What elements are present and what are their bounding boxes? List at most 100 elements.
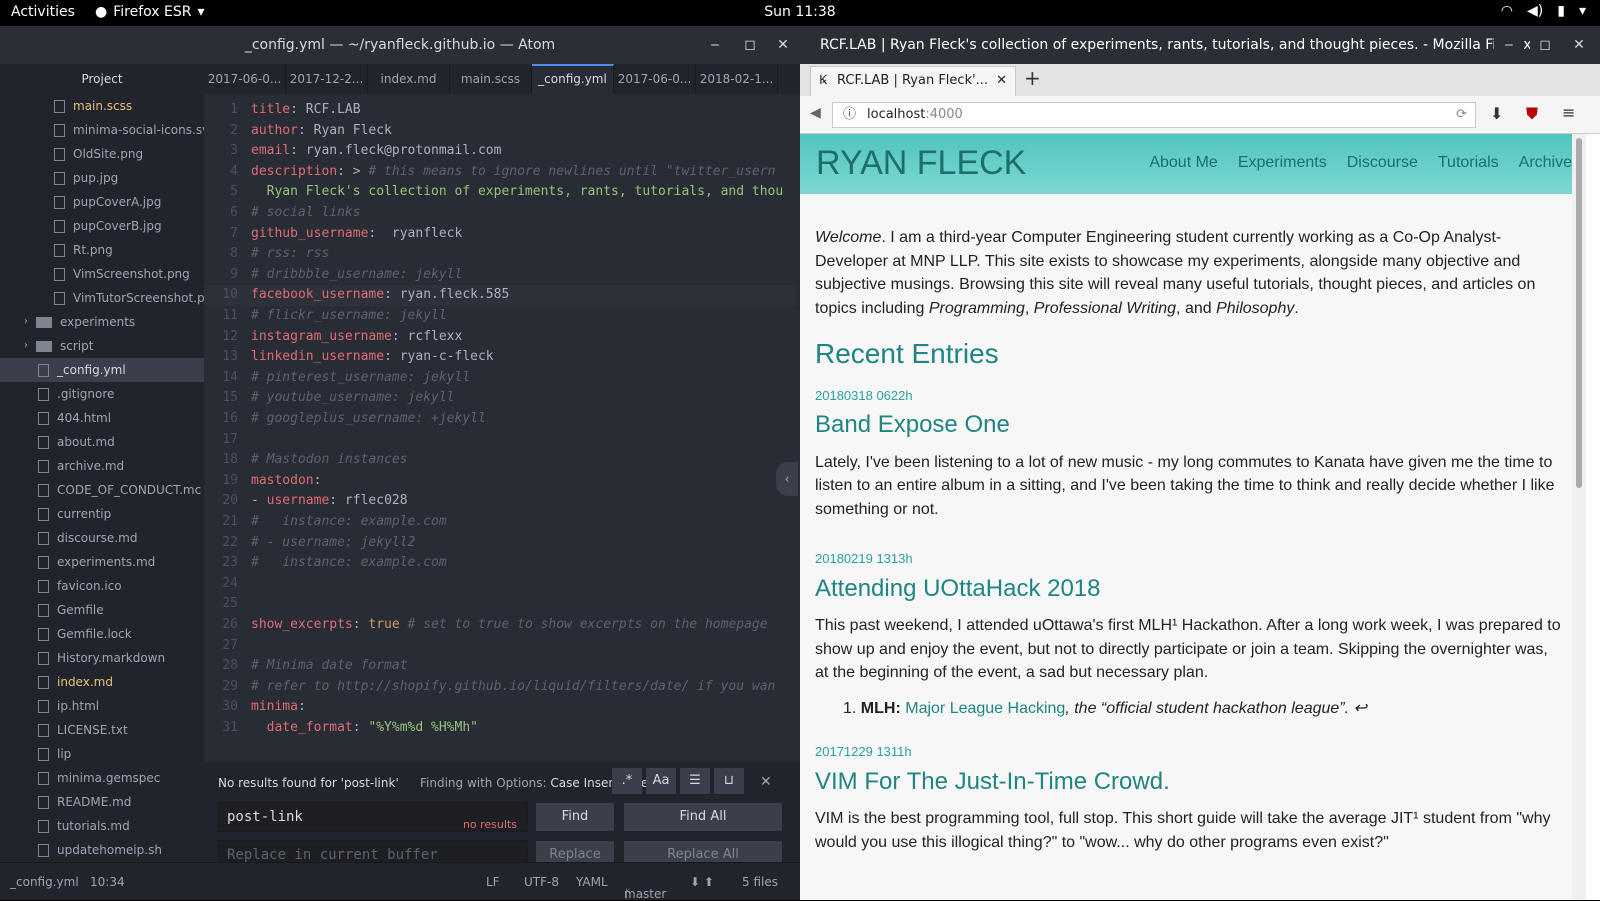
url-bar[interactable]: ⓘ localhost:4000 ⟳: [832, 102, 1476, 128]
post-title[interactable]: Band Expose One: [815, 413, 1565, 437]
case-toggle[interactable]: Aa: [646, 768, 676, 794]
ublock-icon[interactable]: ⛊: [1526, 104, 1538, 124]
close-button[interactable]: ✕: [768, 26, 798, 64]
tree-item[interactable]: pupCoverA.jpg: [0, 190, 204, 214]
new-tab-button[interactable]: +: [1024, 66, 1041, 90]
code-line[interactable]: # youtube_username: jekyll: [251, 390, 455, 405]
site-nav-link[interactable]: Tutorials: [1438, 154, 1499, 172]
tree-item[interactable]: 404.html: [0, 406, 204, 430]
scrollbar-thumb[interactable]: [1576, 138, 1582, 488]
editor-tab[interactable]: 2017-06-0...: [614, 64, 696, 94]
tree-item[interactable]: Rt.png: [0, 238, 204, 262]
code-editor[interactable]: 1 title: RCF.LAB 2 author: Ryan Fleck 3 email…: [204, 94, 800, 762]
code-line[interactable]: author: Ryan Fleck: [251, 123, 392, 138]
code-line[interactable]: mastodon:: [251, 473, 321, 488]
code-line[interactable]: show_excerpts: true # set to true to sho…: [251, 617, 768, 632]
tree-item[interactable]: › script: [0, 334, 204, 358]
browser-tab[interactable]: Ꝃ RCF.LAB | Ryan Fleck'... ✕: [810, 66, 1016, 96]
status-file[interactable]: _config.yml: [10, 875, 79, 889]
code-line[interactable]: # Minima date format: [251, 658, 408, 673]
ff-close-button[interactable]: ✕: [1564, 26, 1594, 64]
site-nav-link[interactable]: About Me: [1149, 154, 1217, 172]
tree-item[interactable]: LICENSE.txt: [0, 718, 204, 742]
selection-toggle[interactable]: ☰: [680, 768, 710, 794]
editor-tab[interactable]: _config.yml: [532, 64, 614, 94]
tree-item[interactable]: archive.md: [0, 454, 204, 478]
activities-button[interactable]: Activities: [11, 4, 75, 20]
code-line[interactable]: linkedin_username: ryan-c-fleck: [251, 349, 494, 364]
code-line[interactable]: # instance: example.com: [251, 555, 447, 570]
post-title[interactable]: Attending UOttaHack 2018: [815, 576, 1565, 601]
close-find-icon[interactable]: ✕: [760, 774, 772, 790]
tree-item[interactable]: .gitignore: [0, 382, 204, 406]
tree-item[interactable]: Gemfile: [0, 598, 204, 622]
tree-item[interactable]: discourse.md: [0, 526, 204, 550]
code-line[interactable]: instagram_username: rcflexx: [251, 329, 462, 344]
tab-close-icon[interactable]: ✕: [996, 67, 1007, 95]
site-nav-link[interactable]: Experiments: [1238, 154, 1327, 172]
find-all-button[interactable]: Find All: [624, 803, 782, 831]
reload-icon[interactable]: ⟳: [1456, 103, 1467, 127]
tree-item[interactable]: OldSite.png: [0, 142, 204, 166]
footnote-link[interactable]: Major League Hacking: [905, 700, 1065, 717]
ff-maximize-button[interactable]: ◻: [1530, 26, 1560, 64]
code-line[interactable]: # social links: [251, 205, 361, 220]
editor-tab[interactable]: index.md: [368, 64, 450, 94]
code-line[interactable]: # instance: example.com: [251, 514, 447, 529]
tree-item[interactable]: tutorials.md: [0, 814, 204, 838]
code-line[interactable]: title: RCF.LAB: [251, 102, 361, 117]
tree-item[interactable]: about.md: [0, 430, 204, 454]
tree-item[interactable]: pupCoverB.jpg: [0, 214, 204, 238]
download-icon[interactable]: ⬇: [1490, 104, 1503, 123]
tree-item[interactable]: updatehomeip.sh: [0, 838, 204, 862]
page-scrollbar[interactable]: [1572, 134, 1586, 900]
app-menu[interactable]: ● Firefox ESR ▾: [95, 4, 205, 20]
status-eol[interactable]: LF: [486, 875, 500, 889]
code-line[interactable]: github_username: ryanfleck: [251, 226, 462, 241]
tree-item[interactable]: History.markdown: [0, 646, 204, 670]
tree-item[interactable]: README.md: [0, 790, 204, 814]
regex-toggle[interactable]: .*: [612, 768, 642, 794]
tree-item[interactable]: _config.yml: [0, 358, 204, 382]
code-line[interactable]: date_format: "%Y%m%d %H%Mh": [251, 720, 478, 735]
tree-item[interactable]: index.md: [0, 670, 204, 694]
code-line[interactable]: # dribbble_username: jekyll: [251, 267, 462, 282]
find-input[interactable]: post-link no results: [218, 802, 528, 832]
status-grammar[interactable]: YAML: [576, 875, 608, 889]
tree-item[interactable]: lip: [0, 742, 204, 766]
code-line[interactable]: Ryan Fleck's collection of experiments, …: [251, 184, 784, 199]
code-line[interactable]: - username: rflec028: [251, 493, 408, 508]
site-nav-link[interactable]: Archive: [1519, 154, 1572, 172]
code-line[interactable]: # rss: rss: [251, 246, 329, 261]
code-line[interactable]: description: > # this means to ignore ne…: [251, 164, 775, 179]
tree-item[interactable]: main.scss: [0, 94, 204, 118]
tree-item[interactable]: minima.gemspec: [0, 766, 204, 790]
find-button[interactable]: Find: [536, 803, 614, 831]
code-line[interactable]: # googleplus_username: +jekyll: [251, 411, 486, 426]
status-encoding[interactable]: UTF-8: [524, 875, 559, 889]
whole-word-toggle[interactable]: ⊔: [714, 768, 744, 794]
panel-collapse-handle[interactable]: ‹: [776, 462, 798, 496]
code-line[interactable]: facebook_username: ryan.fleck.585: [251, 287, 509, 302]
site-nav-link[interactable]: Discourse: [1347, 154, 1418, 172]
tree-item[interactable]: pup.jpg: [0, 166, 204, 190]
editor-tab[interactable]: 2017-06-0...: [204, 64, 286, 94]
code-line[interactable]: email: ryan.fleck@protonmail.com: [251, 143, 501, 158]
tree-item[interactable]: experiments.md: [0, 550, 204, 574]
tree-item[interactable]: CODE_OF_CONDUCT.mc: [0, 478, 204, 502]
back-icon[interactable]: ◀: [810, 105, 821, 121]
clock[interactable]: Sun 11:38: [0, 4, 1600, 20]
editor-tab[interactable]: 2017-12-2...: [286, 64, 368, 94]
tree-item[interactable]: favicon.ico: [0, 574, 204, 598]
code-line[interactable]: # - username: jekyll2: [251, 535, 415, 550]
tree-item[interactable]: currentip: [0, 502, 204, 526]
post-title[interactable]: VIM For The Just-In-Time Crowd.: [815, 769, 1565, 794]
status-files[interactable]: 5 files: [742, 875, 778, 889]
fetch-arrows-icon[interactable]: ⬇ ⬆: [690, 875, 714, 889]
ff-minimize-button[interactable]: ‒: [1494, 26, 1524, 64]
system-tray[interactable]: ◠ ◀) ▮ ▾: [1501, 3, 1586, 19]
tree-item[interactable]: › experiments: [0, 310, 204, 334]
status-cursor[interactable]: 10:34: [90, 875, 125, 889]
info-icon[interactable]: ⓘ: [843, 103, 856, 127]
editor-tab[interactable]: 2018-02-1...: [696, 64, 778, 94]
